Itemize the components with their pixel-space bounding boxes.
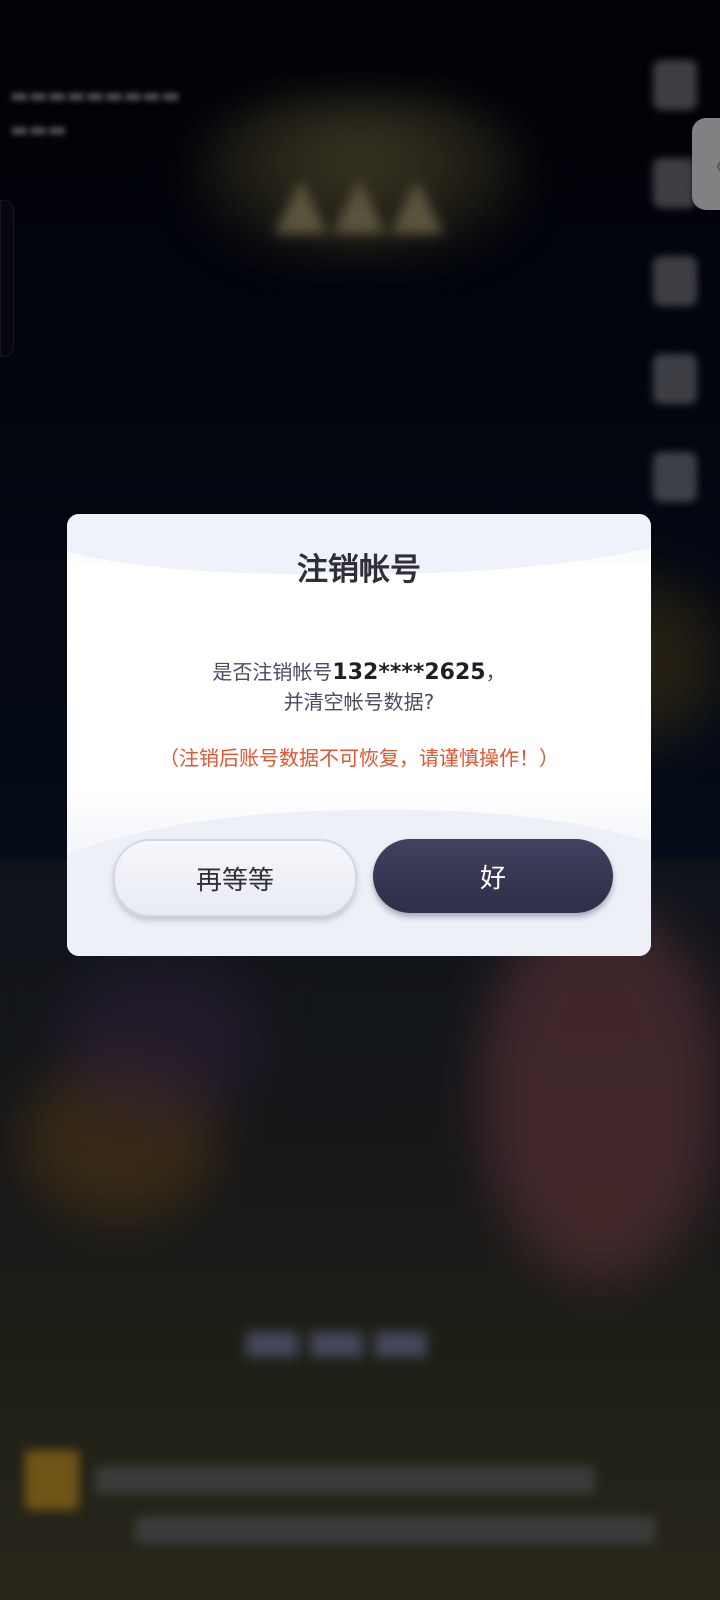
deactivate-account-dialog: 注销帐号 是否注销帐号132****2625， 并清空帐号数据? （注销后账号数… <box>67 514 651 956</box>
warning-text: （注销后账号数据不可恢复，请谨慎操作！） <box>159 746 559 770</box>
dialog-message: 是否注销帐号132****2625， <box>67 656 651 685</box>
message-prefix: 是否注销帐号 <box>212 660 333 684</box>
account-number: 132****2625 <box>332 660 486 685</box>
confirm-button[interactable]: 好 <box>373 839 613 913</box>
message-suffix: ， <box>485 660 506 684</box>
dialog-title: 注销帐号 <box>297 552 421 588</box>
dialog-message-line2: 并清空帐号数据? <box>283 690 435 714</box>
cancel-button[interactable]: 再等等 <box>113 839 357 917</box>
